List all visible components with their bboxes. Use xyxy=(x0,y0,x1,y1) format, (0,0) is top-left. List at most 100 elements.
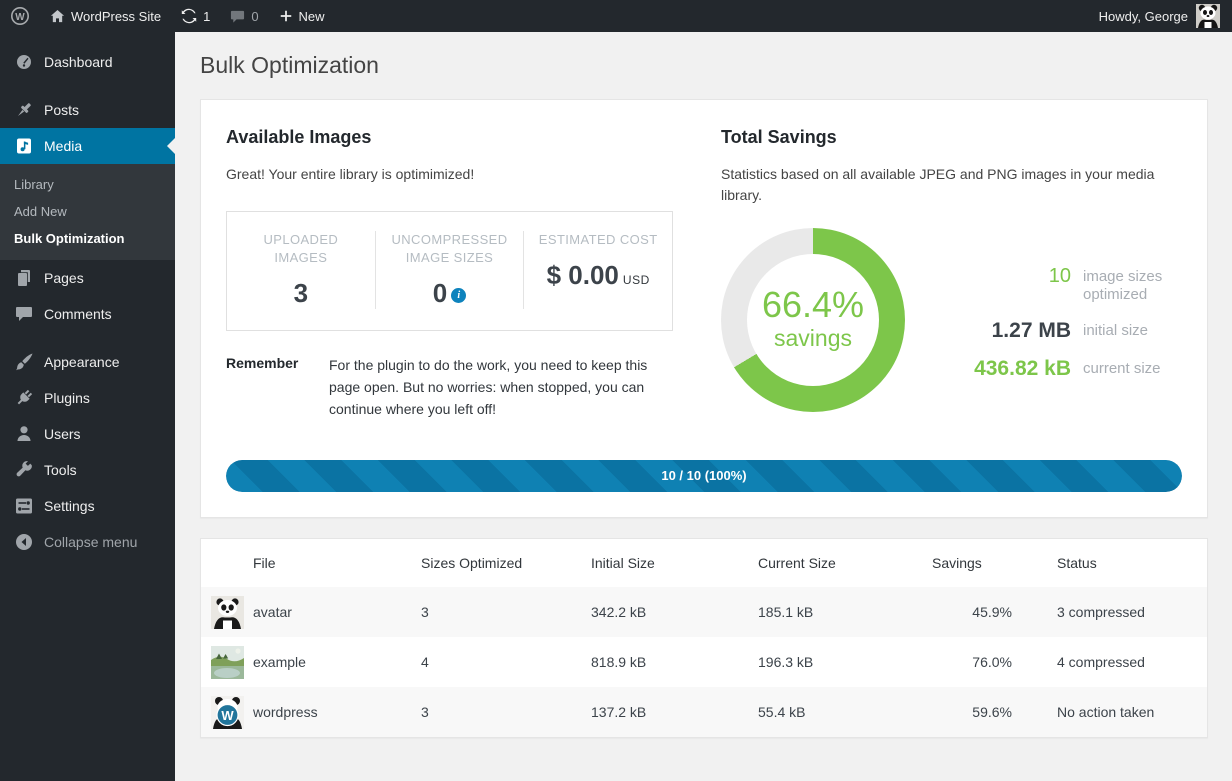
sizes-optimized-stat: 10 image sizes optimized xyxy=(949,265,1195,306)
total-savings-description: Statistics based on all available JPEG a… xyxy=(721,164,1195,206)
sidebar-item-dashboard[interactable]: Dashboard xyxy=(0,44,175,80)
sizes-optimized-value: 3 xyxy=(421,587,591,637)
initial-size-column-header: Initial Size xyxy=(591,539,758,587)
sidebar-item-settings[interactable]: Settings xyxy=(0,488,175,524)
settings-icon xyxy=(14,496,34,516)
bulk-progress-bar: 10 / 10 (100%) xyxy=(226,460,1182,492)
image-stats-box: UPLOADED IMAGES 3 UNCOMPRESSED IMAGE SIZ… xyxy=(226,211,673,331)
available-images-heading: Available Images xyxy=(226,127,673,148)
savings-column-header: Savings xyxy=(932,539,1012,587)
stat-number: 0 xyxy=(433,278,447,308)
savings-stats-list: 10 image sizes optimized 1.27 MB initial… xyxy=(949,259,1195,382)
comments-menu[interactable]: 0 xyxy=(220,0,268,32)
sidebar-item-posts[interactable]: Posts xyxy=(0,92,175,128)
new-content-menu[interactable]: New xyxy=(269,0,335,32)
site-name-menu[interactable]: WordPress Site xyxy=(40,0,171,32)
svg-text:W: W xyxy=(221,708,234,723)
updates-menu[interactable]: 1 xyxy=(171,0,220,32)
new-label: New xyxy=(299,9,325,24)
pages-icon xyxy=(14,268,34,288)
sidebar-item-label: Posts xyxy=(44,102,79,118)
current-size-value: 185.1 kB xyxy=(758,587,932,637)
menu-separator xyxy=(0,332,175,344)
stat-value: 1.27 MB xyxy=(949,319,1071,343)
savings-percent: 66.4% xyxy=(762,287,864,323)
sidebar-item-appearance[interactable]: Appearance xyxy=(0,344,175,380)
sidebar-item-library[interactable]: Library xyxy=(0,171,175,198)
account-menu[interactable]: Howdy, George xyxy=(1099,4,1232,28)
main-content: Bulk Optimization Available Images Great… xyxy=(175,32,1232,781)
home-icon xyxy=(50,9,65,24)
collapse-menu-button[interactable]: Collapse menu xyxy=(0,524,175,560)
savings-value: 45.9% xyxy=(932,587,1012,637)
current-size-value: 196.3 kB xyxy=(758,637,932,687)
site-name-label: WordPress Site xyxy=(71,9,161,24)
comments-bubble-icon xyxy=(230,9,245,24)
stat-value: 436.82 kB xyxy=(949,357,1071,381)
initial-size-value: 818.9 kB xyxy=(591,637,758,687)
stat-label: UPLOADED IMAGES xyxy=(235,231,367,267)
stat-label: current size xyxy=(1083,357,1195,379)
file-name: avatar xyxy=(253,587,421,637)
library-optimized-message: Great! Your entire library is optimimize… xyxy=(226,164,673,185)
dial-center-text: 66.4% savings xyxy=(721,228,905,412)
info-icon[interactable] xyxy=(451,288,466,303)
bulk-progress-track: 10 / 10 (100%) xyxy=(226,460,1182,492)
stat-label: image sizes optimized xyxy=(1083,265,1195,306)
svg-text:W: W xyxy=(15,12,25,23)
admin-top-bar: W WordPress Site 1 0 New xyxy=(0,0,1232,32)
optimized-files-table: File Sizes Optimized Initial Size Curren… xyxy=(201,539,1207,737)
status-value: 3 compressed xyxy=(1012,587,1207,637)
panda-thumbnail xyxy=(211,596,244,629)
media-submenu: Library Add New Bulk Optimization xyxy=(0,164,175,260)
tools-icon xyxy=(14,460,34,480)
wordpress-logo-menu[interactable]: W xyxy=(0,0,40,32)
stat-label: UNCOMPRESSED IMAGE SIZES xyxy=(384,231,516,267)
initial-size-value: 342.2 kB xyxy=(591,587,758,637)
comment-count: 0 xyxy=(251,9,258,24)
sidebar-item-comments[interactable]: Comments xyxy=(0,296,175,332)
stat-label: initial size xyxy=(1083,319,1195,341)
savings-dial: 66.4% savings xyxy=(721,228,905,412)
sidebar-item-pages[interactable]: Pages xyxy=(0,260,175,296)
uploaded-images-stat: UPLOADED IMAGES 3 xyxy=(227,231,375,309)
stat-value: $ 0.00 USD xyxy=(532,260,664,291)
remember-text: For the plugin to do the work, you need … xyxy=(329,355,673,420)
sidebar-item-bulk-optimization[interactable]: Bulk Optimization xyxy=(0,225,175,252)
sidebar-item-label: Tools xyxy=(44,462,77,478)
stat-label: ESTIMATED COST xyxy=(532,231,664,249)
sidebar-item-add-new[interactable]: Add New xyxy=(0,198,175,225)
initial-size-value: 137.2 kB xyxy=(591,687,758,737)
menu-separator xyxy=(0,80,175,92)
file-name: example xyxy=(253,637,421,687)
appearance-icon xyxy=(14,352,34,372)
current-size-column-header: Current Size xyxy=(758,539,932,587)
sidebar-item-tools[interactable]: Tools xyxy=(0,452,175,488)
media-icon xyxy=(14,136,34,156)
sidebar-item-label: Plugins xyxy=(44,390,90,406)
users-icon xyxy=(14,424,34,444)
comments-icon xyxy=(14,304,34,324)
landscape-thumbnail xyxy=(211,646,244,679)
sidebar-item-label: Pages xyxy=(44,270,84,286)
sizes-optimized-value: 3 xyxy=(421,687,591,737)
howdy-label: Howdy, George xyxy=(1099,9,1188,24)
sidebar-item-label: Comments xyxy=(44,306,112,322)
available-images-section: Available Images Great! Your entire libr… xyxy=(226,125,673,420)
admin-sidebar: Dashboard Posts Media Library Add New Bu… xyxy=(0,32,175,781)
uncompressed-sizes-stat: UNCOMPRESSED IMAGE SIZES 0 xyxy=(375,231,524,309)
currency-unit: USD xyxy=(623,273,650,287)
sidebar-item-media[interactable]: Media xyxy=(0,128,175,164)
sidebar-item-users[interactable]: Users xyxy=(0,416,175,452)
status-value: No action taken xyxy=(1012,687,1207,737)
wordpress-logo-icon: W xyxy=(10,6,30,26)
sidebar-item-plugins[interactable]: Plugins xyxy=(0,380,175,416)
remember-label: Remember xyxy=(226,355,312,420)
update-count: 1 xyxy=(203,9,210,24)
stat-number: $ 0.00 xyxy=(547,260,619,290)
thumbnail-column-header xyxy=(201,539,253,587)
updates-icon xyxy=(181,8,197,24)
remember-note: Remember For the plugin to do the work, … xyxy=(226,355,673,420)
wordpress-admin: W WordPress Site 1 0 New xyxy=(0,0,1232,781)
collapse-icon xyxy=(14,532,34,552)
